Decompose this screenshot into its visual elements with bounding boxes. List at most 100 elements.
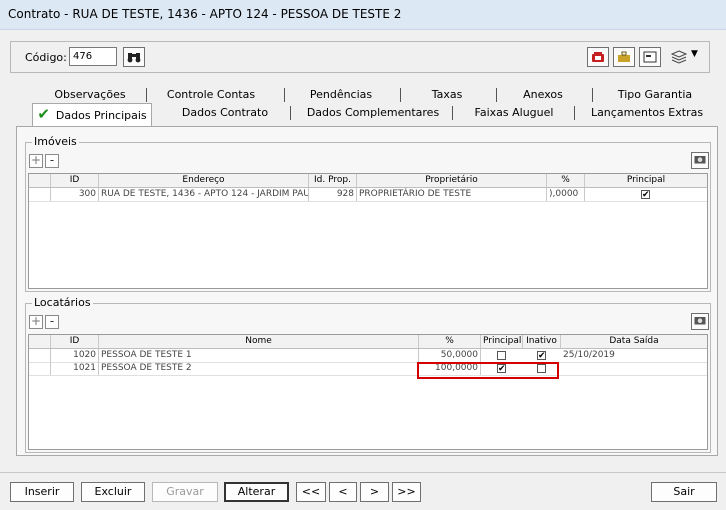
phone-button[interactable]	[587, 47, 609, 67]
tab-row2-5[interactable]: Lançamentos Extras	[576, 103, 718, 126]
column-header[interactable]: Data Saída	[561, 335, 707, 348]
inativo-checkbox[interactable]: ✔	[537, 351, 546, 361]
header-panel: Código: ▼	[10, 41, 710, 73]
sair-button[interactable]: Sair	[651, 482, 717, 502]
cell-pct: ),0000	[547, 188, 585, 201]
highlight-box	[417, 362, 559, 379]
cell-endereco: RUA DE TESTE, 1436 - APTO 124 - JARDIM P…	[101, 188, 309, 201]
inserir-button[interactable]: Inserir	[10, 482, 74, 502]
tab-label: Faixas Aluguel	[474, 106, 554, 119]
tab-row2-4[interactable]: Faixas Aluguel	[456, 103, 572, 126]
imoveis-remove-button[interactable]: -	[45, 154, 59, 168]
alterar-button[interactable]: Alterar	[224, 482, 289, 502]
column-header[interactable]: %	[547, 174, 585, 187]
tab-1[interactable]: Observações	[36, 85, 144, 104]
header-indicator	[29, 335, 51, 348]
principal-checkbox[interactable]	[497, 351, 506, 360]
imoveis-group: Imóveis + - ID Endereço Id. Prop. Proprietá…	[25, 135, 711, 292]
cell-id-prop: 928	[309, 188, 357, 201]
tab-6[interactable]: Tipo Garantia	[596, 85, 714, 104]
tab-4[interactable]: Taxas	[402, 85, 492, 104]
tab-3[interactable]: Pendências	[282, 85, 400, 104]
table-row[interactable]: 300 RUA DE TESTE, 1436 - APTO 124 - JARDI…	[29, 188, 707, 202]
locatarios-remove-button[interactable]: -	[45, 315, 59, 329]
tab-panel-dados-principais: Imóveis + - ID Endereço Id. Prop. Proprietá…	[16, 126, 718, 456]
window-button[interactable]	[639, 47, 661, 67]
column-header[interactable]: Principal	[481, 335, 523, 348]
phone-icon	[592, 52, 604, 62]
tab-label: Dados Contrato	[181, 106, 269, 119]
imoveis-add-button[interactable]: +	[29, 154, 43, 168]
column-header[interactable]: Id. Prop.	[309, 174, 357, 187]
row-indicator	[29, 188, 51, 201]
column-header[interactable]: Principal	[585, 174, 707, 187]
tab-2[interactable]: Controle Contas	[158, 85, 264, 104]
column-header[interactable]: Nome	[99, 335, 419, 348]
excluir-button[interactable]: Excluir	[81, 482, 145, 502]
tab-row2-2[interactable]: Dados Contrato	[160, 103, 290, 126]
footer-toolbar: Inserir Excluir Gravar Alterar << < > >>…	[0, 472, 726, 510]
column-header[interactable]: Inativo	[523, 335, 561, 348]
tab-separator	[290, 106, 291, 120]
window-titlebar: Contrato - RUA DE TESTE, 1436 - APTO 124…	[0, 0, 726, 30]
briefcase-icon	[618, 51, 630, 62]
codigo-label: Código:	[25, 51, 67, 64]
tab-row2-3[interactable]: Dados Complementares	[296, 103, 450, 126]
row-indicator	[29, 362, 51, 375]
table-header: ID Endereço Id. Prop. Proprietário% Principa…	[29, 174, 707, 188]
layers-dropdown[interactable]: ▼	[671, 47, 703, 67]
cell-nome: PESSOA DE TESTE 2	[99, 362, 419, 375]
cell-id: 300	[51, 188, 99, 201]
gravar-button[interactable]: Gravar	[152, 482, 218, 502]
imoveis-table[interactable]: ID Endereço Id. Prop. Proprietário% Principa…	[28, 173, 708, 289]
window-title: Contrato - RUA DE TESTE, 1436 - APTO 124…	[8, 7, 402, 21]
check-mark-icon: ✔	[37, 105, 50, 123]
tab-separator	[592, 88, 593, 102]
table-header: ID Nome% Principal Inativo Data Saída	[29, 335, 707, 349]
cell-data-saida	[561, 362, 707, 375]
table-row[interactable]: 1021 PESSOA DE TESTE 2 100,0000 ✔	[29, 362, 707, 376]
search-button[interactable]	[123, 47, 145, 67]
briefcase-button[interactable]	[613, 47, 635, 67]
tab-5[interactable]: Anexos	[498, 85, 588, 104]
column-header[interactable]: Endereço	[99, 174, 309, 187]
cell-id: 1021	[51, 362, 99, 375]
window-icon	[643, 51, 657, 63]
minus-icon: -	[49, 314, 55, 328]
tab-label: Lançamentos Extras	[590, 106, 704, 119]
locatarios-add-button[interactable]: +	[29, 315, 43, 329]
row-indicator	[29, 349, 51, 362]
camera-icon	[694, 156, 706, 164]
minus-icon: -	[49, 153, 55, 167]
tab-separator	[284, 88, 285, 102]
locatarios-camera-button[interactable]	[691, 313, 709, 330]
tab-row2-1[interactable]: ✔ Dados Principais	[32, 103, 152, 126]
cell-proprietario: PROPRIETÁRIO DE TESTE	[357, 188, 547, 201]
first-record-button[interactable]: <<	[296, 482, 326, 502]
column-header[interactable]: ID	[51, 174, 99, 187]
prev-record-button[interactable]: <	[329, 482, 357, 502]
tab-separator	[496, 88, 497, 102]
tab-separator	[400, 88, 401, 102]
column-header[interactable]: ID	[51, 335, 99, 348]
codigo-input[interactable]	[69, 47, 117, 66]
plus-icon: +	[30, 153, 42, 167]
cell-nome: PESSOA DE TESTE 1	[99, 349, 419, 362]
cell-data-saida: 25/10/2019	[561, 349, 707, 362]
tab-separator	[452, 106, 453, 120]
next-record-button[interactable]: >	[360, 482, 389, 502]
principal-checkbox[interactable]: ✔	[641, 190, 650, 200]
table-row[interactable]: 1020 PESSOA DE TESTE 1 50,0000 ✔ 25/10/2019	[29, 349, 707, 363]
imoveis-camera-button[interactable]	[691, 152, 709, 169]
layers-icon	[671, 50, 687, 64]
tab-separator	[574, 106, 575, 120]
column-header[interactable]: Proprietário	[357, 174, 547, 187]
last-record-button[interactable]: >>	[392, 482, 421, 502]
locatarios-table[interactable]: ID Nome% Principal Inativo Data Saída 1020 PES…	[28, 334, 708, 450]
header-indicator	[29, 174, 51, 187]
tab-label: Dados Principais	[55, 109, 147, 122]
locatarios-title: Locatários	[32, 296, 93, 309]
camera-icon	[694, 317, 706, 325]
cell-id: 1020	[51, 349, 99, 362]
column-header[interactable]: %	[419, 335, 481, 348]
